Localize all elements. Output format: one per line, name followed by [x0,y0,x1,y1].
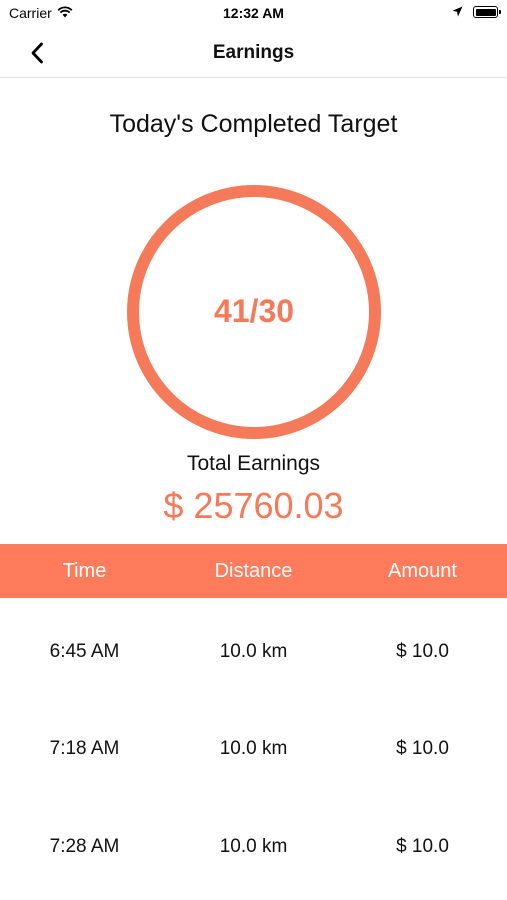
column-header-amount: Amount [388,559,457,582]
cell-amount: $ 10.0 [396,640,449,662]
cell-time: 6:45 AM [49,640,120,662]
cell-time: 7:18 AM [49,738,120,760]
location-arrow-icon [452,4,463,20]
back-button[interactable] [22,38,52,68]
table-row[interactable]: 7:28 AM 10.0 km $ 10.0 [0,798,507,896]
table-row[interactable]: 7:18 AM 10.0 km $ 10.0 [0,701,507,799]
total-earnings-label: Total Earnings [186,452,321,475]
battery-icon [473,6,501,18]
target-title: Today's Completed Target [109,110,398,138]
cell-time: 7:28 AM [49,835,120,857]
target-progress-text: 41/30 [213,293,295,329]
table-row[interactable]: 6:45 AM 10.0 km $ 10.0 [0,603,507,701]
chevron-left-icon [31,42,43,64]
status-indicators [452,4,501,20]
navigation-bar: Earnings [0,28,507,78]
cell-amount: $ 10.0 [396,835,449,857]
cell-distance: 10.0 km [219,640,288,662]
column-header-time: Time [62,559,107,582]
status-bar: Carrier 12:32 AM [0,0,507,28]
earnings-table-body: 6:45 AM 10.0 km $ 10.0 7:18 AM 10.0 km $… [0,603,507,896]
total-earnings-value: $ 25760.03 [163,485,344,526]
status-time: 12:32 AM [223,5,284,21]
column-header-distance: Distance [214,559,293,582]
cell-amount: $ 10.0 [396,738,449,760]
cell-distance: 10.0 km [219,835,288,857]
page-title: Earnings [212,42,295,63]
cell-distance: 10.0 km [219,738,288,760]
earnings-table-header: Time Distance Amount [0,544,507,598]
